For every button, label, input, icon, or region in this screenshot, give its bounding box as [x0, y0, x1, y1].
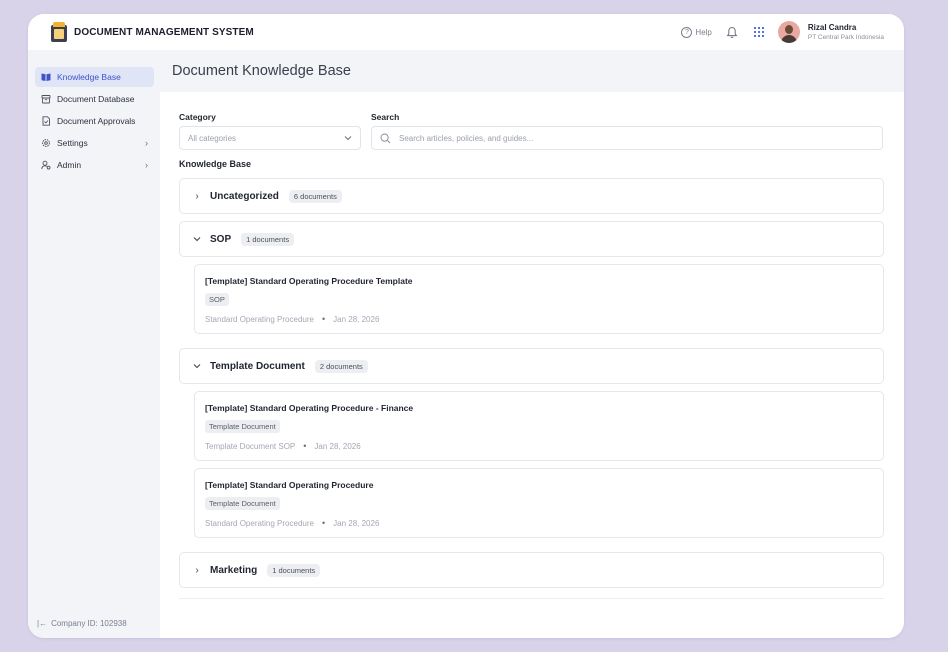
document-card[interactable]: [Template] Standard Operating Procedure …: [194, 391, 884, 461]
page-title: Document Knowledge Base: [172, 63, 351, 79]
chevron-down-icon: [193, 364, 201, 369]
sidebar-item-label: Knowledge Base: [57, 72, 121, 82]
document-count-badge: 1 documents: [267, 563, 321, 577]
separator-dot: •: [321, 314, 326, 324]
document-count-badge: 1 documents: [241, 232, 295, 246]
document-date: Jan 28, 2026: [333, 518, 380, 528]
filters: Category All categories Search Search ar…: [179, 112, 884, 150]
group-template-document[interactable]: Template Document 2 documents: [179, 348, 884, 384]
document-date: Jan 28, 2026: [333, 314, 380, 324]
top-bar: DOCUMENT MANAGEMENT SYSTEM ? Help Rizal …: [28, 14, 904, 50]
document-title: [Template] Standard Operating Procedure …: [205, 276, 413, 286]
group-name: Template Document: [210, 360, 305, 372]
sidebar-item-settings[interactable]: Settings ›: [35, 133, 154, 153]
separator-dot: •: [321, 518, 326, 528]
collapse-sidebar-icon[interactable]: |←: [37, 619, 47, 628]
chevron-right-icon: ›: [145, 138, 148, 148]
sidebar-item-document-database[interactable]: Document Database: [35, 89, 154, 109]
gear-icon: [42, 139, 50, 147]
group-uncategorized[interactable]: › Uncategorized 6 documents: [179, 178, 884, 214]
document-title: [Template] Standard Operating Procedure: [205, 480, 374, 490]
chevron-down-icon: [193, 237, 201, 242]
help-icon: ?: [681, 26, 693, 38]
user-info[interactable]: Rizal Candra PT Central Park Indonesia: [808, 23, 884, 41]
sidebar-item-label: Document Approvals: [57, 116, 136, 126]
user-name: Rizal Candra: [807, 23, 857, 32]
document-tag: Template Document: [205, 497, 280, 510]
app-logo-icon: [50, 22, 68, 42]
search-label: Search: [371, 112, 400, 122]
divider: [179, 598, 884, 599]
group-name: Marketing: [210, 564, 258, 576]
sidebar-item-admin[interactable]: Admin ›: [35, 155, 154, 175]
chevron-down-icon: [344, 136, 352, 141]
group-name: SOP: [210, 233, 232, 245]
document-type: Standard Operating Procedure: [205, 518, 314, 528]
company-id: |← Company ID: 102938: [37, 619, 127, 628]
group-name: Uncategorized: [210, 190, 279, 202]
chevron-right-icon: ›: [145, 160, 148, 170]
search-placeholder: Search articles, policies, and guides...: [399, 133, 534, 143]
category-label: Category: [179, 112, 216, 122]
document-meta: Standard Operating Procedure • Jan 28, 2…: [205, 518, 873, 528]
avatar[interactable]: [777, 21, 800, 43]
app-window: DOCUMENT MANAGEMENT SYSTEM ? Help Rizal …: [28, 14, 904, 638]
sidebar-item-document-approvals[interactable]: Document Approvals: [35, 111, 154, 131]
document-card[interactable]: [Template] Standard Operating Procedure …: [194, 264, 884, 334]
sidebar-item-label: Settings: [57, 138, 88, 148]
bell-icon[interactable]: [726, 26, 738, 39]
sidebar-item-label: Admin: [57, 160, 82, 170]
document-date: Jan 28, 2026: [314, 441, 361, 451]
search-input[interactable]: Search articles, policies, and guides...: [371, 126, 883, 150]
sidebar-item-label: Document Database: [57, 94, 135, 104]
chevron-right-icon: ›: [195, 564, 199, 576]
document-count-badge: 2 documents: [314, 359, 368, 373]
main-content: Category All categories Search Search ar…: [160, 92, 904, 638]
document-card[interactable]: [Template] Standard Operating Procedure …: [194, 468, 884, 538]
search-icon: [380, 133, 391, 143]
group-sop[interactable]: SOP 1 documents: [179, 221, 884, 257]
app-title: DOCUMENT MANAGEMENT SYSTEM: [74, 26, 254, 38]
sidebar: Knowledge Base Document Database Documen…: [28, 50, 160, 638]
separator-dot: •: [303, 441, 307, 451]
document-title: [Template] Standard Operating Procedure …: [205, 403, 414, 413]
page-header: Document Knowledge Base: [160, 50, 904, 92]
document-type: Standard Operating Procedure: [205, 314, 314, 324]
group-marketing[interactable]: › Marketing 1 documents: [179, 552, 884, 588]
category-select[interactable]: All categories: [179, 126, 361, 150]
document-count-badge: 6 documents: [288, 189, 342, 203]
approval-icon: [42, 116, 50, 126]
document-tag: Template Document: [205, 420, 280, 433]
document-tag: SOP: [205, 293, 229, 306]
sidebar-item-knowledge-base[interactable]: Knowledge Base: [35, 67, 154, 87]
help-label: Help: [695, 27, 712, 37]
database-icon: [41, 95, 51, 104]
knowledge-base-heading: Knowledge Base: [179, 159, 252, 169]
document-meta: Template Document SOP • Jan 28, 2026: [205, 441, 873, 451]
admin-icon: [41, 160, 51, 170]
help-button[interactable]: ? Help: [681, 26, 712, 38]
document-type: Template Document SOP: [205, 441, 296, 451]
company-id-label: Company ID: 102938: [51, 619, 127, 628]
book-icon: [41, 73, 51, 81]
user-org: PT Central Park Indonesia: [807, 34, 884, 41]
chevron-right-icon: ›: [195, 190, 199, 202]
apps-grid-icon[interactable]: [753, 27, 764, 37]
category-value: All categories: [188, 133, 237, 143]
document-meta: Standard Operating Procedure • Jan 28, 2…: [205, 314, 873, 324]
